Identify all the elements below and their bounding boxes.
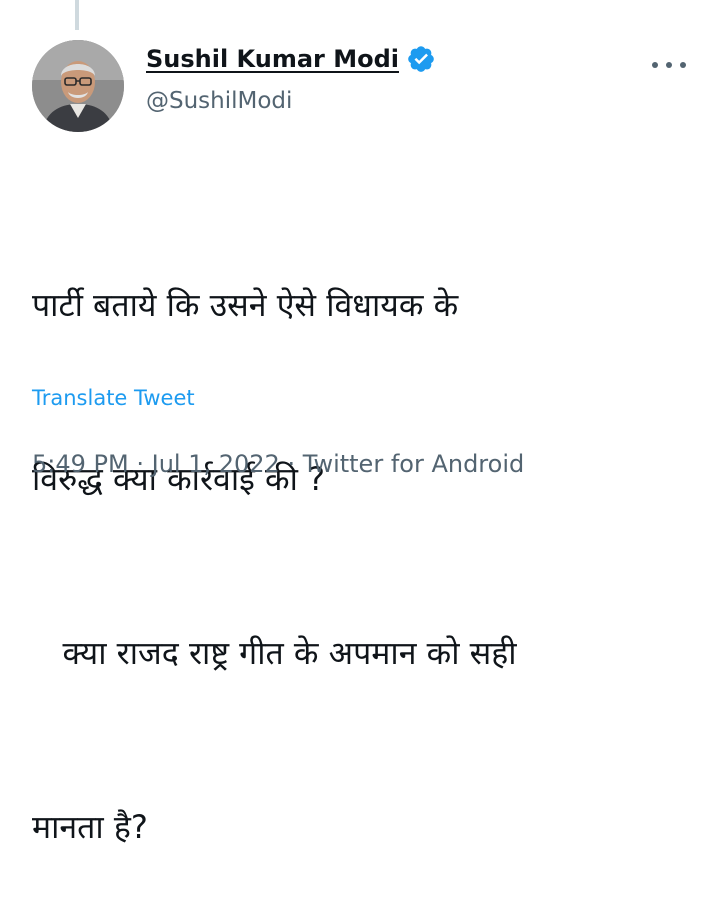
tweet-metadata: 5:49 PM · Jul 1, 2022 · Twitter for Andr… (32, 450, 524, 478)
thread-connector-line (75, 0, 79, 30)
tweet-date[interactable]: Jul 1, 2022 (152, 450, 280, 478)
more-dot (666, 62, 672, 68)
tweet-text: पार्टी बताये कि उसने ऐसे विधायक के विरुद… (32, 160, 692, 914)
more-options-icon[interactable] (652, 52, 686, 78)
profile-photo (32, 40, 124, 132)
tweet-text-line: मानता है? (32, 808, 148, 846)
meta-separator: · (136, 450, 144, 478)
tweet-text-line: क्या राजद राष्ट्र गीत के अपमान को सही (32, 634, 517, 672)
author-handle[interactable]: @SushilModi (146, 88, 292, 114)
more-dot (680, 62, 686, 68)
more-dot (652, 62, 658, 68)
meta-separator: · (287, 450, 296, 478)
verified-badge-icon (406, 44, 436, 74)
translate-tweet-link[interactable]: Translate Tweet (32, 386, 195, 410)
tweet-time[interactable]: 5:49 PM (32, 450, 129, 478)
author-row: Sushil Kumar Modi (146, 44, 436, 74)
tweet-text-line: पार्टी बताये कि उसने ऐसे विधायक के (32, 286, 459, 324)
tweet-source: Twitter for Android (302, 450, 525, 478)
author-name[interactable]: Sushil Kumar Modi (146, 45, 399, 73)
avatar[interactable] (32, 40, 124, 132)
